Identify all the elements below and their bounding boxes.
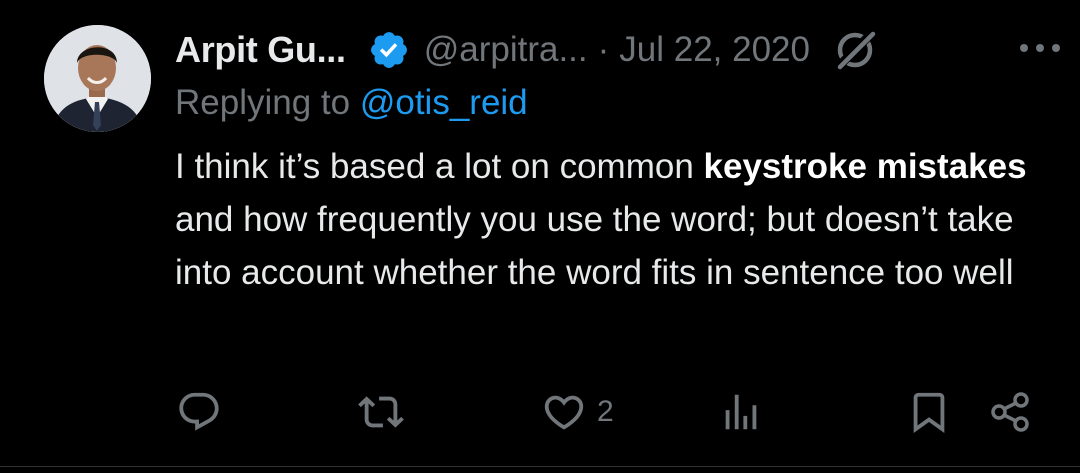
verified-badge-icon[interactable] [368,29,410,71]
bookmark-icon [913,392,945,433]
like-button[interactable]: 2 [541,382,614,442]
separator-dot: · [597,30,610,69]
reply-icon [179,392,219,431]
tweet-text-bold: keystroke mistakes [703,147,1027,186]
heart-icon [544,395,584,430]
more-options-icon[interactable] [1020,38,1060,58]
action-bar: 2 [0,382,1080,442]
author-handle[interactable]: @arpitra... [424,30,588,70]
author-display-name[interactable]: Arpit Gu... [175,29,346,71]
share-button[interactable] [988,382,1034,442]
avatar[interactable] [44,25,151,132]
divider [0,466,1080,467]
tweet-date[interactable]: Jul 22, 2020 [619,30,810,70]
tweet-header: Arpit Gu... @arpitra... · Jul 22, 2020 [175,26,1045,74]
views-icon [725,394,757,430]
tweet-text-part: I think it’s based a lot on common [175,147,704,186]
tweet-text-part: and how frequently you use the word; but… [175,200,1014,292]
tweet[interactable]: Arpit Gu... @arpitra... · Jul 22, 2020 R… [0,0,1080,473]
grok-icon[interactable] [832,27,878,73]
retweet-button[interactable] [358,382,404,442]
reply-handle-link[interactable]: @otis_reid [360,83,528,122]
like-count: 2 [597,395,614,428]
tweet-text: I think it’s based a lot on common keyst… [175,140,1055,299]
reply-button[interactable] [176,382,222,442]
views-button[interactable] [718,382,764,442]
avatar-photo-icon [44,25,151,132]
replying-to: Replying to @otis_reid [175,83,528,123]
replying-to-label: Replying to [175,83,360,122]
bookmark-button[interactable] [906,382,952,442]
share-icon [991,392,1029,432]
retweet-icon [358,396,404,428]
